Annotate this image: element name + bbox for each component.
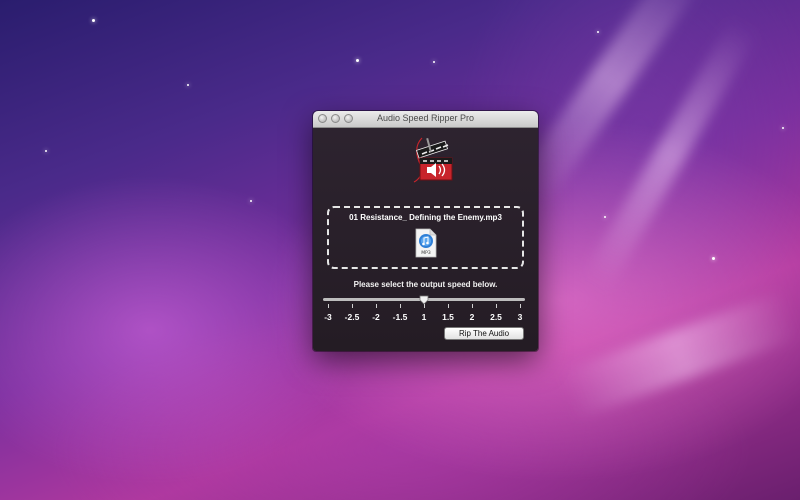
speed-label: -2.5 — [344, 312, 360, 322]
app-window: Audio Speed Ripper Pro 01 Resistance_ De… — [313, 111, 538, 351]
rip-audio-button[interactable]: Rip The Audio — [444, 327, 524, 340]
file-drop-zone[interactable]: 01 Resistance_ Defining the Enemy.mp3 MP… — [327, 206, 524, 269]
slider-tick — [496, 304, 497, 308]
star — [604, 216, 606, 218]
slider-labels: -3 -2.5 -2 -1.5 1 1.5 2 2.5 3 — [323, 312, 525, 324]
slider-tick — [400, 304, 401, 308]
star — [92, 19, 95, 22]
slider-tick — [424, 304, 425, 308]
title-bar[interactable]: Audio Speed Ripper Pro — [313, 111, 538, 128]
star — [187, 84, 189, 86]
speed-label: 3 — [517, 312, 523, 322]
speed-label: 1 — [421, 312, 427, 322]
speed-label: -3 — [324, 312, 332, 322]
speed-label: -1.5 — [392, 312, 408, 322]
star — [712, 257, 715, 260]
speed-label: -2 — [372, 312, 380, 322]
light-streak — [513, 0, 707, 207]
slider-ticks — [323, 304, 525, 310]
clapperboard-speaker-icon — [413, 137, 453, 183]
slider-tick — [448, 304, 449, 308]
star — [782, 127, 784, 129]
star — [433, 61, 435, 63]
speed-label: 1.5 — [442, 312, 454, 322]
star — [45, 150, 47, 152]
light-streak — [558, 290, 800, 420]
speed-label: 2 — [469, 312, 475, 322]
star — [597, 31, 599, 33]
slider-tick — [328, 304, 329, 308]
speed-prompt: Please select the output speed below. — [353, 280, 498, 289]
file-type-label: MP3 — [421, 250, 431, 256]
slider-tick — [520, 304, 521, 308]
star — [356, 59, 359, 62]
slider-tick — [472, 304, 473, 308]
speed-label: 2.5 — [490, 312, 502, 322]
window-title: Audio Speed Ripper Pro — [376, 113, 475, 123]
slider-tick — [352, 304, 353, 308]
star — [250, 200, 252, 202]
mp3-file-icon: MP3 — [415, 228, 437, 258]
slider-tick — [376, 304, 377, 308]
file-name: 01 Resistance_ Defining the Enemy.mp3 — [349, 213, 502, 222]
